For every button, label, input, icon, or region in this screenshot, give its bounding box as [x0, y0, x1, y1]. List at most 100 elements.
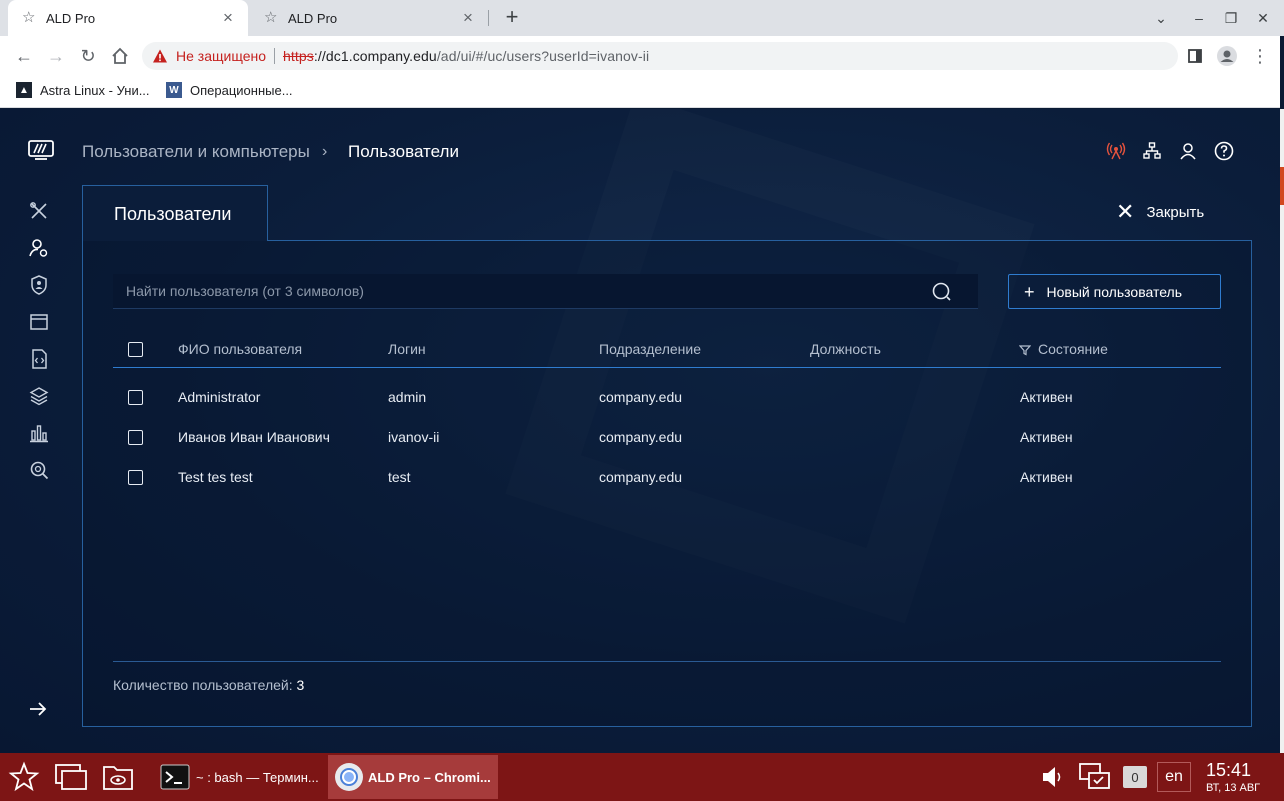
- bookmark-label: Astra Linux - Уни...: [40, 82, 150, 98]
- layers-icon[interactable]: [28, 385, 50, 407]
- bookmark-label: Операционные...: [190, 82, 293, 98]
- start-menu-star-icon[interactable]: [8, 757, 44, 797]
- profile-avatar-icon[interactable]: [1215, 44, 1239, 68]
- cell-login: admin: [388, 389, 427, 405]
- users-count-label: Количество пользователей:: [113, 677, 293, 693]
- users-count-value: 3: [296, 677, 305, 693]
- plus-icon: +: [1024, 281, 1035, 302]
- table-row[interactable]: Test tes test test company.edu Активен: [113, 458, 1221, 498]
- table-row[interactable]: Administrator admin company.edu Активен: [113, 378, 1221, 418]
- statistics-icon[interactable]: [28, 422, 50, 444]
- side-panel-icon[interactable]: [1183, 44, 1207, 68]
- table-footer-divider: [113, 661, 1221, 662]
- breadcrumb-separator: ›: [322, 143, 328, 160]
- clock-time: 15:41: [1206, 760, 1252, 780]
- close-button[interactable]: ✕ Закрыть: [1116, 199, 1204, 224]
- users-count: Количество пользователей: 3: [113, 677, 304, 693]
- tab-title: ALD Pro: [46, 10, 96, 26]
- tab-users[interactable]: Пользователи: [82, 185, 268, 241]
- cell-unit: company.edu: [599, 389, 683, 405]
- bookmarks-bar: ▲ Astra Linux - Уни... W Операционные...: [0, 76, 1280, 108]
- not-secure-label[interactable]: Не защищено: [176, 48, 266, 64]
- ald-pro-logo-icon[interactable]: [28, 139, 54, 161]
- breadcrumb-parent[interactable]: Пользователи и компьютеры: [82, 142, 310, 162]
- minimize-icon[interactable]: –: [1189, 8, 1209, 28]
- help-icon[interactable]: [1214, 141, 1234, 161]
- column-header-unit[interactable]: Подразделение: [599, 341, 701, 357]
- shield-user-icon[interactable]: [28, 274, 50, 296]
- new-user-label: Новый пользователь: [1046, 283, 1182, 300]
- cell-unit: company.edu: [599, 429, 683, 445]
- expand-sidebar-arrow-icon[interactable]: [28, 699, 48, 719]
- window-close-icon[interactable]: ✕: [1253, 8, 1273, 28]
- chromium-icon: [335, 763, 363, 791]
- address-bar[interactable]: Не защищено https://dc1.company.edu/ad/u…: [142, 42, 1178, 70]
- new-tab-icon[interactable]: +: [500, 6, 524, 30]
- search-input[interactable]: [113, 274, 913, 307]
- users-settings-icon[interactable]: [28, 237, 50, 259]
- search-monitor-icon[interactable]: [28, 459, 50, 481]
- close-icon: ✕: [1116, 199, 1135, 224]
- volume-icon[interactable]: [1040, 757, 1070, 797]
- tab-close-icon[interactable]: ×: [458, 8, 478, 28]
- row-checkbox[interactable]: [128, 470, 143, 485]
- bookmark-astra[interactable]: ▲ Astra Linux - Уни...: [16, 82, 150, 98]
- home-icon[interactable]: [108, 44, 132, 68]
- task-label: ALD Pro – Chromi...: [368, 769, 491, 785]
- cell-state: Активен: [1020, 469, 1073, 485]
- terminal-icon: [160, 764, 190, 790]
- reload-icon[interactable]: ↻: [76, 44, 100, 68]
- search-icon[interactable]: [931, 281, 953, 303]
- back-icon[interactable]: ←: [12, 44, 36, 68]
- browser-tab-1[interactable]: ☆ ALD Pro ×: [8, 0, 248, 36]
- cell-unit: company.edu: [599, 469, 683, 485]
- tab-search-chevron-icon[interactable]: ⌄: [1151, 8, 1171, 28]
- file-manager-icon[interactable]: [102, 757, 138, 797]
- cell-fullname: Иванов Иван Иванович: [178, 429, 330, 445]
- column-header-position[interactable]: Должность: [810, 341, 881, 357]
- taskbar-clock[interactable]: 15:41 ВТ, 13 АВГ: [1206, 761, 1260, 794]
- table-row[interactable]: Иванов Иван Иванович ivanov-ii company.e…: [113, 418, 1221, 458]
- tab-users-label: Пользователи: [114, 204, 232, 224]
- column-header-state[interactable]: Состояние: [1038, 341, 1108, 357]
- network-monitor-icon[interactable]: [1078, 757, 1114, 797]
- cell-state: Активен: [1020, 389, 1073, 405]
- window-icon[interactable]: [28, 311, 50, 333]
- cell-fullname: Administrator: [178, 389, 261, 405]
- column-header-fullname[interactable]: ФИО пользователя: [178, 341, 302, 357]
- keyboard-layout-indicator[interactable]: en: [1157, 762, 1191, 792]
- browser-tab-2[interactable]: ☆ ALD Pro ×: [250, 0, 488, 36]
- restore-icon[interactable]: ❐: [1221, 8, 1241, 28]
- user-profile-icon[interactable]: [1178, 141, 1198, 161]
- forward-icon[interactable]: →: [44, 44, 68, 68]
- row-checkbox[interactable]: [128, 390, 143, 405]
- url-protocol: https: [283, 48, 314, 64]
- taskbar-task-chromium[interactable]: ALD Pro – Chromi...: [328, 755, 498, 799]
- user-search-box: [113, 274, 978, 309]
- url-text[interactable]: https://dc1.company.edu/ad/ui/#/uc/users…: [283, 48, 649, 64]
- page-scrollbar[interactable]: [1280, 109, 1284, 753]
- column-header-login[interactable]: Логин: [388, 341, 426, 357]
- taskbar: ~ : bash — Термин... ALD Pro – Chromi...…: [0, 753, 1284, 801]
- filter-icon[interactable]: [1019, 344, 1031, 356]
- cell-login: test: [388, 469, 411, 485]
- cell-state: Активен: [1020, 429, 1073, 445]
- show-desktop-windows-icon[interactable]: [54, 757, 90, 797]
- tab-close-icon[interactable]: ×: [218, 8, 238, 28]
- scrollbar-thumb[interactable]: [1280, 167, 1284, 205]
- code-document-icon[interactable]: [28, 348, 50, 370]
- url-path: /ad/ui/#/uc/users?userId=ivanov-ii: [436, 48, 650, 64]
- network-structure-icon[interactable]: [1142, 141, 1162, 161]
- tools-icon[interactable]: [28, 200, 50, 222]
- select-all-checkbox[interactable]: [128, 342, 143, 357]
- browser-menu-icon[interactable]: ⋮: [1248, 44, 1272, 68]
- taskbar-task-terminal[interactable]: ~ : bash — Термин...: [152, 755, 326, 799]
- tab-title: ALD Pro: [288, 10, 338, 26]
- broadcast-alert-icon[interactable]: [1106, 141, 1126, 161]
- bookmark-wiki[interactable]: W Операционные...: [166, 82, 293, 98]
- notification-counter[interactable]: 0: [1123, 766, 1147, 788]
- omnibox-divider: [274, 48, 275, 64]
- warning-triangle-icon: [153, 49, 167, 63]
- new-user-button[interactable]: + Новый пользователь: [1008, 274, 1221, 309]
- row-checkbox[interactable]: [128, 430, 143, 445]
